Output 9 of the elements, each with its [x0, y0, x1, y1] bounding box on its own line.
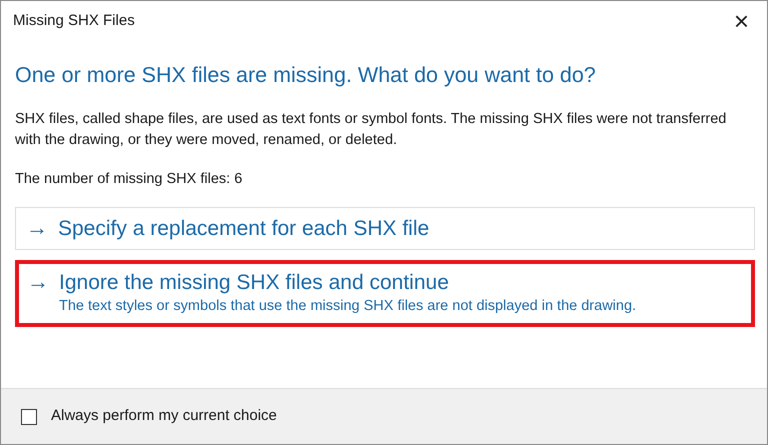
- option-button[interactable]: → Ignore the missing SHX files and continue The text styles or symbols that use the missing SHX files are not displayed in the drawing.: [15, 260, 755, 327]
- close-button[interactable]: ×: [728, 8, 755, 34]
- dialog-heading: One or more SHX files are missing. What do you want to do?: [15, 62, 597, 89]
- option-button[interactable]: → Specify a replacement for each SHX file: [15, 207, 755, 250]
- window-title: Missing SHX Files: [13, 10, 135, 31]
- description-text: SHX files, called shape files, are used as text fonts or symbol fonts. The missing SHX files were not transferred with the drawing, or they were moved, renamed, or deleted.: [15, 110, 728, 150]
- checkbox-label: Always perform my current choice: [51, 406, 277, 426]
- missing-count-text: The number of missing SHX files: 6: [15, 170, 244, 190]
- checkbox[interactable]: [21, 408, 37, 424]
